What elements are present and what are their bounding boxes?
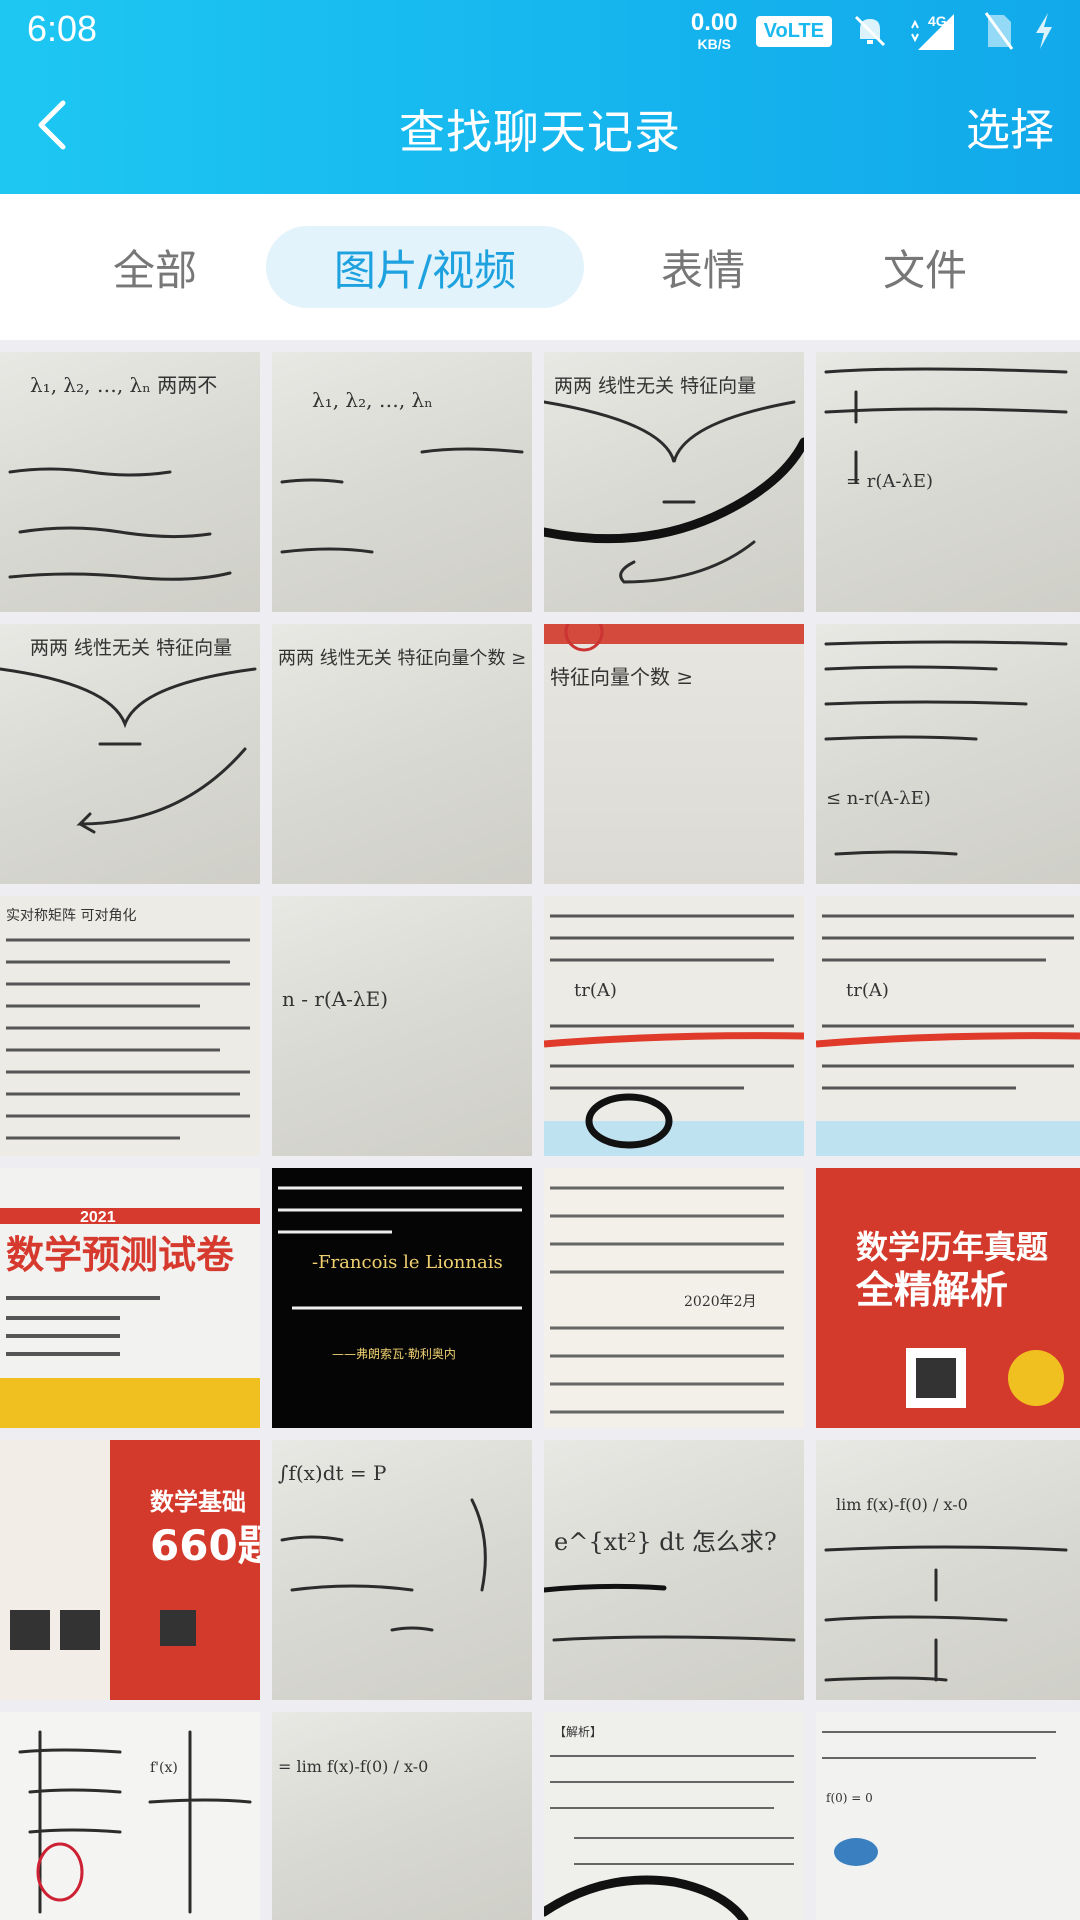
media-thumbnail[interactable]: 【解析】 (544, 1712, 804, 1920)
media-thumbnail[interactable]: 2020年2月 (544, 1168, 804, 1428)
page-title: 查找聊天记录 (399, 105, 681, 159)
media-thumbnail[interactable]: 两两 线性无关 特征向量 (0, 624, 260, 884)
battery-charging-icon (1032, 11, 1056, 51)
svg-text:n - r(A-λE): n - r(A-λE) (282, 987, 388, 1011)
svg-text:660题: 660题 (150, 1521, 260, 1570)
svg-text:f(0) = 0: f(0) = 0 (826, 1791, 873, 1805)
status-bar: 6:08 0.00 KB/S VoLTE 4G (0, 0, 1080, 62)
media-thumbnail[interactable]: 数学历年真题 全精解析 (816, 1168, 1080, 1428)
media-thumbnail[interactable]: f(0) = 0 (816, 1712, 1080, 1920)
svg-text:= lim f(x)-f(0) / x-0: = lim f(x)-f(0) / x-0 (278, 1757, 428, 1776)
media-thumbnail[interactable]: = lim f(x)-f(0) / x-0 (272, 1712, 532, 1920)
svg-text:两两 线性无关 特征向量个数 ≥: 两两 线性无关 特征向量个数 ≥ (278, 648, 526, 669)
media-thumbnail[interactable]: 2021 数学预测试卷 (0, 1168, 260, 1428)
filter-tabs: 全部 图片/视频 表情 文件 (0, 194, 1080, 340)
media-thumbnail[interactable]: tr(A) (544, 896, 804, 1156)
svg-text:数学历年真题: 数学历年真题 (856, 1228, 1048, 1266)
media-thumbnail[interactable]: ≤ n-r(A-λE) (816, 624, 1080, 884)
svg-text:f'(x): f'(x) (150, 1760, 178, 1776)
status-time: 6:08 (27, 8, 98, 49)
svg-text:λ₁, λ₂, …, λₙ: λ₁, λ₂, …, λₙ (312, 388, 433, 412)
media-thumbnail[interactable]: 两两 线性无关 特征向量 (544, 352, 804, 612)
select-button[interactable]: 选择 (966, 94, 1054, 158)
media-thumbnail[interactable]: 实对称矩阵 可对角化 (0, 896, 260, 1156)
svg-text:e^{xt²} dt 怎么求?: e^{xt²} dt 怎么求? (554, 1528, 777, 1556)
svg-text:数学预测试卷: 数学预测试卷 (6, 1233, 235, 1277)
tab-stickers[interactable]: 表情 (658, 226, 748, 308)
media-thumbnail[interactable]: lim f(x)-f(0) / x-0 (816, 1440, 1080, 1700)
media-thumbnail[interactable]: 特征向量个数 ≥ (544, 624, 804, 884)
status-icons: 0.00 KB/S VoLTE 4G (691, 8, 1056, 54)
tab-all[interactable]: 全部 (110, 226, 200, 308)
svg-text:= r(A-λE): = r(A-λE) (846, 471, 933, 492)
media-thumbnail[interactable]: -Francois le Lionnais ——弗朗索瓦·勒利奥内 (272, 1168, 532, 1428)
svg-text:∫f(x)dt = P: ∫f(x)dt = P (278, 1461, 386, 1485)
media-thumbnail[interactable]: ∫f(x)dt = P (272, 1440, 532, 1700)
media-thumbnail[interactable]: f'(x) (0, 1712, 260, 1920)
svg-text:两两 线性无关 特征向量: 两两 线性无关 特征向量 (554, 375, 756, 397)
svg-text:tr(A): tr(A) (846, 980, 889, 1001)
svg-text:——弗朗索瓦·勒利奥内: ——弗朗索瓦·勒利奥内 (332, 1347, 456, 1361)
network-speed: 0.00 KB/S (690, 9, 738, 52)
media-thumbnail[interactable]: λ₁, λ₂, …, λₙ 两两不 (0, 352, 260, 612)
media-thumbnail[interactable]: 两两 线性无关 特征向量个数 ≥ (272, 624, 532, 884)
svg-text:数学基础: 数学基础 (150, 1488, 246, 1516)
volte-badge: VoLTE (755, 15, 832, 47)
media-thumbnail[interactable]: n - r(A-λE) (272, 896, 532, 1156)
svg-text:-Francois le Lionnais: -Francois le Lionnais (312, 1252, 503, 1273)
svg-text:λ₁, λ₂, …, λₙ 两两不: λ₁, λ₂, …, λₙ 两两不 (30, 373, 217, 397)
svg-text:lim f(x)-f(0) / x-0: lim f(x)-f(0) / x-0 (836, 1495, 968, 1514)
media-thumbnail[interactable]: = r(A-λE) (816, 352, 1080, 612)
media-grid: λ₁, λ₂, …, λₙ 两两不 λ₁, λ₂, …, λₙ 两两 线性无关 … (0, 340, 1080, 1920)
app-header: 6:08 0.00 KB/S VoLTE 4G 查找聊天记录 选择 (0, 0, 1080, 194)
svg-text:特征向量个数 ≥: 特征向量个数 ≥ (550, 665, 693, 689)
tab-images-videos[interactable]: 图片/视频 (266, 226, 584, 308)
network-type-label: 4G (928, 13, 947, 29)
signal-4g-icon: 4G (908, 10, 966, 52)
navigation-bar: 查找聊天记录 选择 (0, 62, 1080, 194)
media-thumbnail[interactable]: tr(A) (816, 896, 1080, 1156)
svg-text:≤ n-r(A-λE): ≤ n-r(A-λE) (826, 788, 931, 809)
svg-text:2021: 2021 (80, 1209, 116, 1226)
network-speed-value: 0.00 (690, 9, 738, 36)
svg-text:两两 线性无关 特征向量: 两两 线性无关 特征向量 (30, 637, 232, 659)
sim-icon (984, 11, 1014, 51)
network-speed-unit: KB/S (697, 36, 731, 52)
svg-text:【解析】: 【解析】 (554, 1725, 602, 1739)
media-thumbnail[interactable]: λ₁, λ₂, …, λₙ (272, 352, 532, 612)
svg-text:全精解析: 全精解析 (855, 1268, 1008, 1312)
tab-files[interactable]: 文件 (880, 226, 970, 308)
media-thumbnail[interactable]: 数学基础 660题 (0, 1440, 260, 1700)
svg-text:2020年2月: 2020年2月 (684, 1294, 757, 1310)
media-thumbnail[interactable]: e^{xt²} dt 怎么求? (544, 1440, 804, 1700)
svg-text:实对称矩阵 可对角化: 实对称矩阵 可对角化 (6, 908, 136, 924)
bell-muted-icon (850, 11, 890, 51)
svg-text:tr(A): tr(A) (574, 980, 617, 1001)
